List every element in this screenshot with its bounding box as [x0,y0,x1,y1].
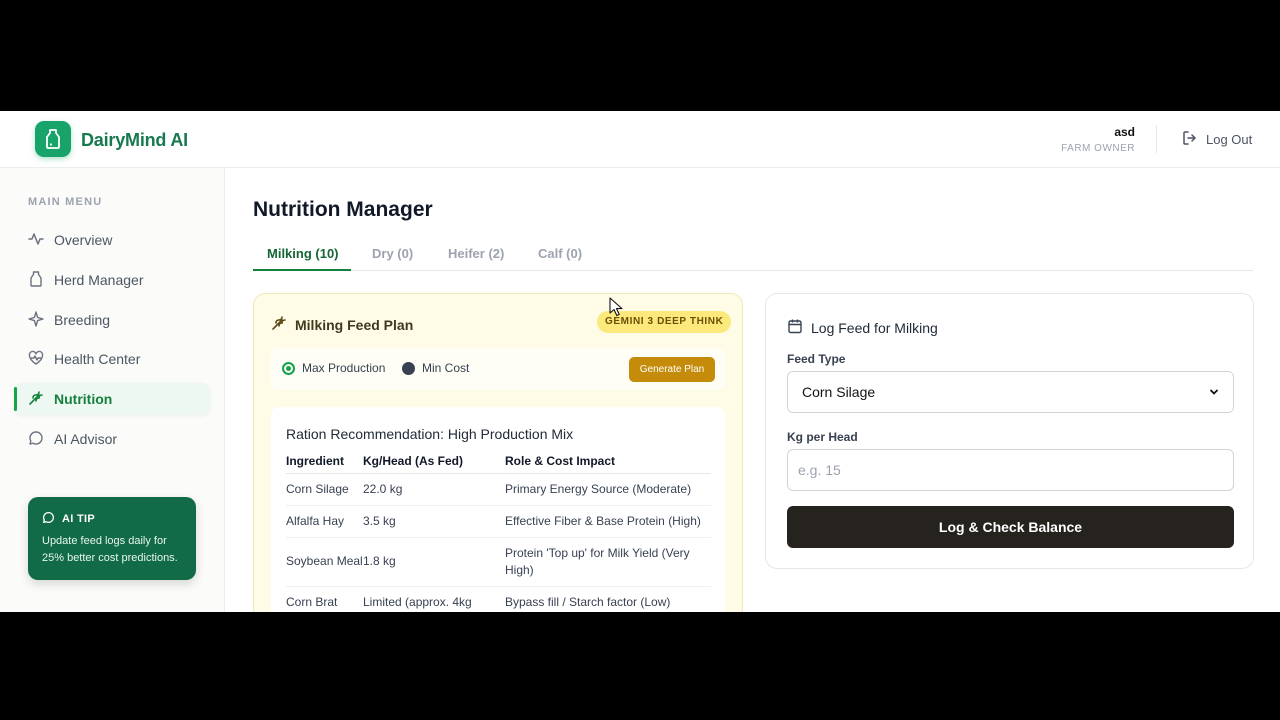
generate-plan-button[interactable]: Generate Plan [629,357,715,382]
header-divider [1156,125,1157,153]
logo-icon[interactable] [35,121,71,157]
feed-type-label: Feed Type [787,352,846,366]
feed-plan-card: Milking Feed Plan GEMINI 3 DEEP THINK Ma… [253,293,743,612]
tab-milking[interactable]: Milking (10) [267,246,339,261]
chevron-down-icon [1209,384,1219,400]
logout-icon [1182,130,1198,149]
ai-tip-card: AI TIP Update feed logs daily for 25% be… [28,497,196,580]
radio-unselected-icon [402,361,415,375]
table-cell: Limited (approx. 4kg [363,586,505,612]
feed-type-value: Corn Silage [802,384,876,400]
user-name: asd [1114,125,1135,139]
table-cell: Soybean Meal [286,537,363,587]
sidebar-item-nutrition[interactable]: Nutrition [14,383,210,415]
table-row: Corn Silage 22.0 kg Primary Energy Sourc… [286,473,711,506]
radio-label: Max Production [302,361,386,375]
app-screen: DairyMind AI asd FARM OWNER Log Out MAIN… [0,111,1280,612]
logout-label: Log Out [1206,132,1253,147]
chat-bubble-icon [42,511,55,527]
menu-title: MAIN MENU [28,196,103,208]
table-header-row: Ingredient Kg/Head (As Fed) Role & Cost … [286,449,711,474]
table-cell: 3.5 kg [363,505,505,538]
table-cell: Bypass fill / Starch factor (Low) [505,586,711,612]
user-info: asd FARM OWNER [1061,125,1135,154]
heart-pulse-icon [28,350,44,369]
active-tab-indicator [253,269,351,271]
column-header: Role & Cost Impact [505,449,711,474]
sidebar-item-label: Breeding [54,312,111,328]
sidebar-item-label: Nutrition [54,391,113,407]
ai-tip-title: AI TIP [62,513,95,525]
sidebar: MAIN MENU Overview Herd Manager Breeding… [0,168,225,612]
log-feed-card: Log Feed for Milking Feed Type Corn Sila… [765,293,1254,569]
radio-selected-icon [282,361,295,375]
group-tabs: Milking (10) Dry (0) Heifer (2) Calf (0) [253,241,1253,271]
table-cell: 22.0 kg [363,473,505,506]
column-header: Ingredient [286,449,363,474]
feed-plan-title: Milking Feed Plan [295,316,414,333]
activity-icon [28,231,44,250]
brand-name[interactable]: DairyMind AI [81,130,188,151]
table-cell: Protein 'Top up' for Milk Yield (Very Hi… [505,537,711,587]
plan-options-bar: Max Production Min Cost Generate Plan [271,348,725,390]
table-row: Alfalfa Hay 3.5 kg Effective Fiber & Bas… [286,505,711,538]
page-title: Nutrition Manager [253,198,433,221]
ai-tip-header: AI TIP [42,511,182,527]
ration-table: Ingredient Kg/Head (As Fed) Role & Cost … [286,449,711,612]
top-header: DairyMind AI asd FARM OWNER Log Out [0,111,1280,168]
table-row: Corn Brat Limited (approx. 4kg Bypass fi… [286,586,711,612]
table-cell: 1.8 kg [363,537,505,587]
sidebar-item-label: AI Advisor [54,431,118,447]
milk-bottle-icon [28,270,44,290]
table-cell: Corn Silage [286,473,363,506]
tab-dry[interactable]: Dry (0) [372,246,413,261]
wheat-icon [271,315,287,334]
tab-heifer[interactable]: Heifer (2) [448,246,504,261]
sidebar-item-herd-manager[interactable]: Herd Manager [14,264,210,296]
feed-plan-header: Milking Feed Plan [271,315,413,334]
log-feed-header: Log Feed for Milking [787,318,938,337]
ration-title: Ration Recommendation: High Production M… [286,426,574,442]
kg-per-head-label: Kg per Head [787,430,858,444]
radio-label: Min Cost [422,361,470,375]
radio-min-cost[interactable]: Min Cost [402,361,469,375]
table-cell: Alfalfa Hay [286,505,363,538]
sidebar-item-label: Health Center [54,351,141,367]
mouse-cursor-icon [609,297,623,322]
table-cell: Corn Brat [286,586,363,612]
sparkle-icon [28,310,44,330]
logout-button[interactable]: Log Out [1182,130,1252,149]
ai-tip-body: Update feed logs daily for 25% better co… [42,535,178,564]
chat-bubble-icon [28,430,44,449]
log-feed-title: Log Feed for Milking [811,319,938,336]
sidebar-item-ai-advisor[interactable]: AI Advisor [14,423,210,455]
tab-calf[interactable]: Calf (0) [538,246,582,261]
column-header: Kg/Head (As Fed) [363,449,505,474]
table-cell: Primary Energy Source (Moderate) [505,473,711,506]
log-check-balance-button[interactable]: Log & Check Balance [787,506,1234,548]
table-row: Soybean Meal 1.8 kg Protein 'Top up' for… [286,537,711,587]
user-role: FARM OWNER [1061,143,1135,154]
sidebar-item-label: Herd Manager [54,272,144,288]
calendar-icon [787,318,803,337]
sidebar-item-overview[interactable]: Overview [14,224,210,256]
sidebar-item-breeding[interactable]: Breeding [14,304,210,336]
radio-max-production[interactable]: Max Production [282,361,385,375]
sidebar-item-health-center[interactable]: Health Center [14,343,210,375]
feed-type-select[interactable]: Corn Silage [787,371,1234,413]
wheat-icon [28,390,44,409]
ration-recommendation: Ration Recommendation: High Production M… [271,407,725,612]
sidebar-item-label: Overview [54,232,113,248]
table-cell: Effective Fiber & Base Protein (High) [505,505,711,538]
kg-per-head-input[interactable]: e.g. 15 [787,449,1234,491]
